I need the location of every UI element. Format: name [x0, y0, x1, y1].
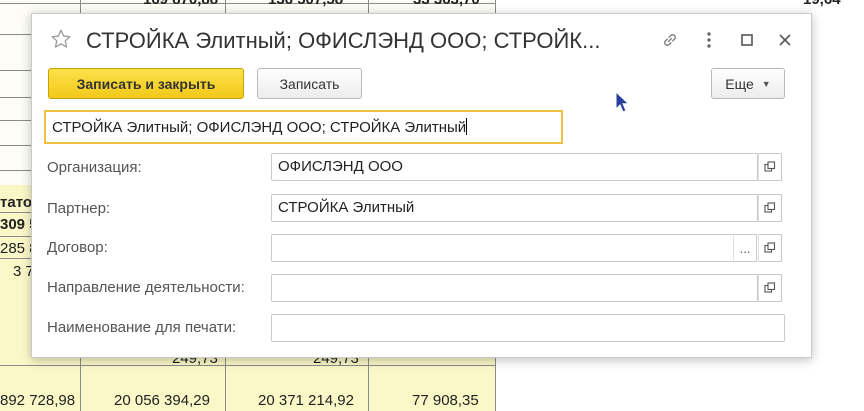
sheet-grid-line	[0, 120, 32, 121]
partner-field[interactable]: СТРОЙКА Элитный	[271, 194, 758, 222]
sheet-grid-line	[0, 170, 32, 171]
contract-select-label: ...	[739, 240, 751, 256]
record-dialog: СТРОЙКА Элитный; ОФИСЛЭНД ООО; СТРОЙК...…	[31, 13, 812, 358]
sheet-grid-line	[0, 145, 32, 146]
print-name-field[interactable]	[271, 314, 785, 342]
chevron-down-icon: ▼	[761, 78, 771, 89]
contract-label: Договор:	[47, 239, 108, 256]
maximize-icon[interactable]	[735, 28, 759, 52]
organization-value: ОФИСЛЭНД ООО	[278, 158, 403, 175]
sheet-total: 20 371 214,92	[258, 392, 354, 409]
organization-label: Организация:	[47, 159, 142, 176]
sheet-grid-line	[0, 97, 32, 98]
sheet-cell: тато	[0, 194, 32, 211]
dialog-title: СТРОЙКА Элитный; ОФИСЛЭНД ООО; СТРОЙК...	[86, 28, 601, 53]
save-button[interactable]: Записать	[257, 68, 362, 99]
sheet-cell: 19,64	[803, 0, 841, 8]
more-button-label: Еще	[725, 75, 754, 92]
more-vertical-icon[interactable]	[697, 28, 721, 52]
close-icon[interactable]	[773, 28, 797, 52]
partner-value: СТРОЙКА Элитный	[278, 199, 415, 216]
partner-open-icon[interactable]	[758, 194, 782, 222]
sheet-cell: 169 870,88	[143, 0, 218, 8]
sheet-grid-line	[0, 212, 32, 213]
sheet-total: 892 728,98	[0, 392, 76, 409]
direction-label: Направление деятельности:	[47, 279, 245, 296]
direction-field[interactable]	[271, 274, 758, 302]
more-button[interactable]: Еще ▼	[711, 68, 785, 99]
sheet-grid-line	[0, 34, 32, 35]
contract-open-icon[interactable]	[758, 234, 782, 262]
text-caret	[466, 118, 468, 135]
print-name-label: Наименование для печати:	[47, 319, 237, 336]
mouse-cursor-icon	[615, 90, 630, 116]
organization-open-icon[interactable]	[758, 153, 782, 181]
description-input[interactable]: СТРОЙКА Элитный; ОФИСЛЭНД ООО; СТРОЙКА Э…	[44, 110, 563, 144]
direction-open-icon[interactable]	[758, 274, 782, 302]
save-and-close-button[interactable]: Записать и закрыть	[48, 68, 244, 99]
sheet-grid-line	[0, 258, 32, 259]
sheet-grid-line	[0, 236, 32, 237]
partner-label: Партнер:	[47, 200, 111, 217]
contract-select-button[interactable]: ...	[733, 234, 757, 262]
description-value: СТРОЙКА Элитный; ОФИСЛЭНД ООО; СТРОЙКА Э…	[52, 119, 467, 136]
sheet-cell: 136 507,58	[268, 0, 343, 8]
organization-field[interactable]: ОФИСЛЭНД ООО	[271, 153, 758, 181]
sheet-total: 77 908,35	[412, 392, 479, 409]
star-icon[interactable]	[50, 28, 72, 50]
sheet-grid-line	[0, 365, 496, 366]
sheet-total: 20 056 394,29	[114, 392, 210, 409]
link-icon[interactable]	[658, 28, 682, 52]
sheet-grid-line	[0, 70, 32, 71]
contract-field[interactable]	[271, 234, 734, 262]
sheet-cell: 33 363,70	[413, 0, 480, 8]
